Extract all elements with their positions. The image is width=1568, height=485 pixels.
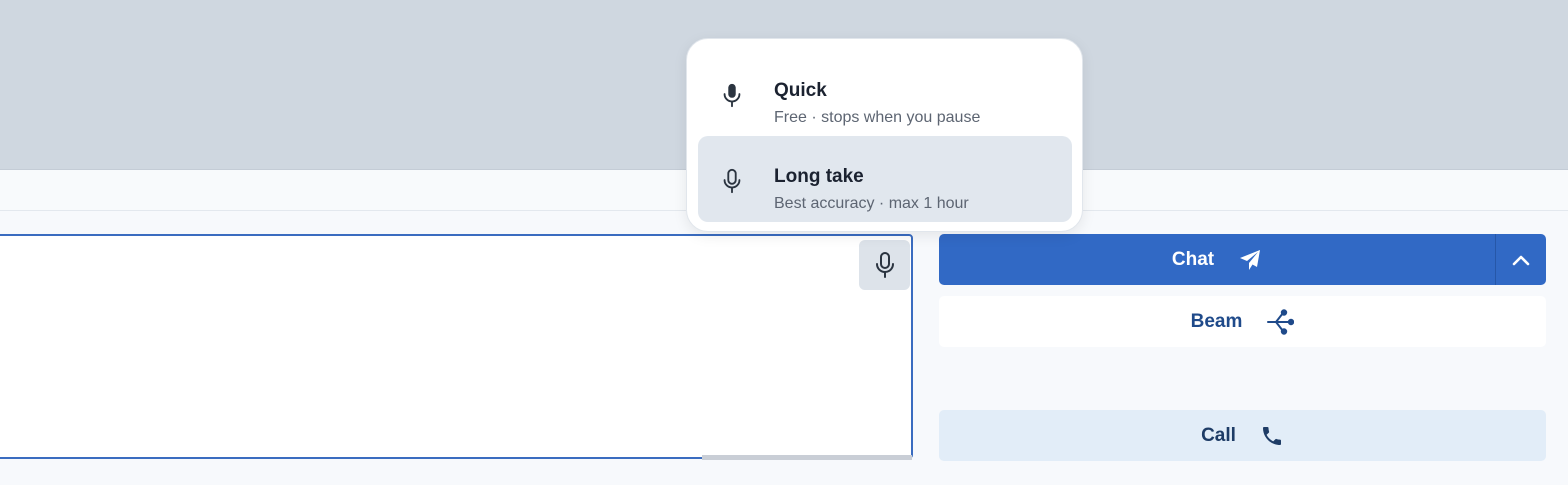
beam-button[interactable]: Beam [939,296,1546,347]
mic-outline-icon [720,168,744,194]
voice-mode-menu: Quick Free · stops when you pause Long t… [686,38,1083,232]
chevron-up-icon [1512,254,1530,266]
send-icon [1238,249,1262,271]
beam-button-label: Beam [1190,310,1243,332]
chat-button[interactable]: Chat [939,234,1495,285]
textarea-scrollbar[interactable] [702,455,912,460]
phone-icon [1260,424,1284,448]
menu-item-subtitle: Free · stops when you pause [774,109,981,126]
fork-icon [1266,308,1295,335]
mic-outline-icon [872,251,898,279]
chat-button-label: Chat [1171,248,1215,270]
menu-item-quick[interactable]: Quick Free · stops when you pause [698,50,1072,136]
menu-item-subtitle: Best accuracy · max 1 hour [774,195,969,212]
menu-item-long-take[interactable]: Long take Best accuracy · max 1 hour [698,136,1072,222]
menu-item-title: Quick [774,80,827,101]
mic-button[interactable] [859,240,910,290]
call-button-label: Call [1201,424,1236,446]
call-button[interactable]: Call [939,410,1546,461]
mic-filled-icon [720,82,744,108]
chat-options-button[interactable] [1496,234,1546,285]
message-input[interactable] [0,234,913,459]
menu-item-title: Long take [774,166,864,187]
